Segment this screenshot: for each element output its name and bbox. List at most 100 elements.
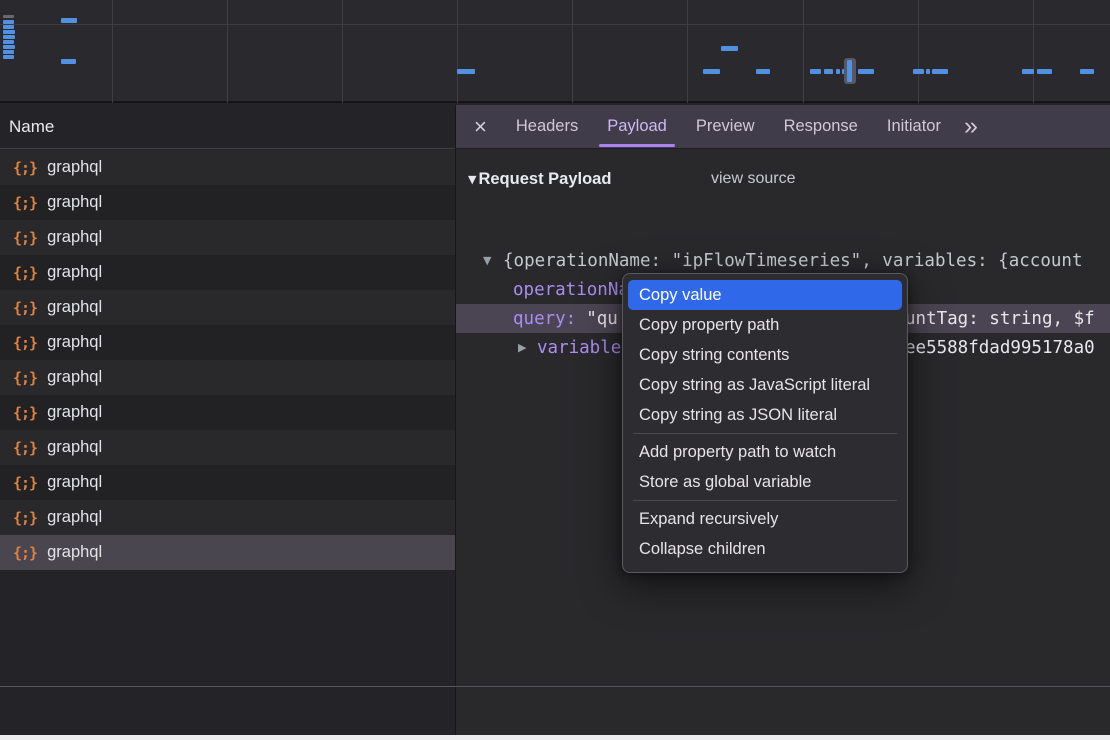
waterfall-bar — [721, 46, 738, 51]
more-tabs-icon[interactable]: » — [964, 114, 978, 139]
overview-gridline — [342, 0, 343, 103]
json-braces-icon: {;} — [13, 369, 37, 387]
request-name: graphql — [47, 543, 102, 562]
waterfall-bar — [1037, 69, 1052, 74]
overview-gridline — [457, 0, 458, 103]
request-rows: {;} graphql {;} graphql {;} graphql {;} … — [0, 150, 455, 570]
menu-item-collapse-children[interactable]: Collapse children — [623, 534, 907, 564]
waterfall-bar — [3, 45, 15, 49]
waterfall-bar — [3, 35, 15, 39]
waterfall-bar — [810, 69, 821, 74]
name-column-header[interactable]: Name — [0, 105, 455, 149]
waterfall-bar — [932, 69, 948, 74]
property-key: query: — [513, 309, 576, 329]
waterfall-bar — [703, 69, 720, 74]
waterfall-bar — [3, 20, 14, 24]
request-name: graphql — [47, 508, 102, 527]
waterfall-bar — [61, 59, 76, 64]
request-list-item[interactable]: {;} graphql — [0, 395, 455, 430]
request-list-item[interactable]: {;} graphql — [0, 290, 455, 325]
request-name: graphql — [47, 473, 102, 492]
property-value-start: "qu — [586, 309, 618, 329]
overview-gridline — [112, 0, 113, 103]
menu-item-copy-string-contents[interactable]: Copy string contents — [623, 340, 907, 370]
request-payload-section-header[interactable]: ▼ Request Payload view source — [456, 165, 1110, 193]
request-list-item[interactable]: {;} graphql — [0, 185, 455, 220]
footer-divider — [0, 686, 1110, 687]
menu-item-copy-string-as-javascript-literal[interactable]: Copy string as JavaScript literal — [623, 370, 907, 400]
menu-item-add-property-path-to-watch[interactable]: Add property path to watch — [623, 437, 907, 467]
overview-gridline — [572, 0, 573, 103]
waterfall-bar — [457, 69, 475, 74]
waterfall-bar — [3, 55, 14, 59]
section-title: Request Payload — [478, 170, 611, 189]
overview-gridline — [803, 0, 804, 103]
overview-gridline — [227, 0, 228, 103]
waterfall-bar — [913, 69, 924, 74]
waterfall-bar — [1022, 69, 1034, 74]
request-list-item[interactable]: {;} graphql — [0, 255, 455, 290]
waterfall-bar — [3, 15, 14, 18]
json-braces-icon: {;} — [13, 404, 37, 422]
request-name: graphql — [47, 403, 102, 422]
overview-gridline — [0, 24, 1110, 25]
request-list-item[interactable]: {;} graphql — [0, 220, 455, 255]
detail-tab-bar: × Headers Payload Preview Response Initi… — [456, 105, 1110, 149]
request-list-item[interactable]: {;} graphql — [0, 430, 455, 465]
waterfall-bar — [1080, 69, 1094, 74]
overview-gridline — [687, 0, 688, 103]
screenshot-bottom-edge — [0, 735, 1110, 740]
menu-item-expand-recursively[interactable]: Expand recursively — [623, 504, 907, 534]
request-list-item[interactable]: {;} graphql — [0, 360, 455, 395]
request-list-item[interactable]: {;} graphql — [0, 500, 455, 535]
request-name: graphql — [47, 193, 102, 212]
json-braces-icon: {;} — [13, 334, 37, 352]
section-collapse-icon[interactable]: ▼ — [468, 173, 476, 186]
menu-item-copy-string-as-json-literal[interactable]: Copy string as JSON literal — [623, 400, 907, 430]
close-icon[interactable]: × — [474, 116, 487, 138]
tab-initiator[interactable]: Initiator — [887, 105, 941, 149]
json-braces-icon: {;} — [13, 194, 37, 212]
json-braces-icon: {;} — [13, 439, 37, 457]
menu-item-copy-value[interactable]: Copy value — [628, 280, 902, 310]
payload-root-preview: {operationName: "ipFlowTimeseries", vari… — [503, 251, 1082, 271]
request-name: graphql — [47, 368, 102, 387]
request-list-item[interactable]: {;} graphql — [0, 325, 455, 360]
json-braces-icon: {;} — [13, 229, 37, 247]
tab-response[interactable]: Response — [784, 105, 858, 149]
waterfall-bar — [858, 69, 874, 74]
request-name: graphql — [47, 228, 102, 247]
context-menu: Copy valueCopy property pathCopy string … — [622, 273, 908, 573]
menu-item-copy-property-path[interactable]: Copy property path — [623, 310, 907, 340]
payload-tree-root-row[interactable]: ▼ {operationName: "ipFlowTimeseries", va… — [456, 246, 1110, 275]
name-column-label: Name — [9, 117, 54, 137]
menu-separator — [633, 433, 897, 434]
waterfall-bar — [836, 69, 840, 74]
request-name: graphql — [47, 333, 102, 352]
request-list-item[interactable]: {;} graphql — [0, 150, 455, 185]
request-list-item[interactable]: {;} graphql — [0, 535, 455, 570]
request-list-item[interactable]: {;} graphql — [0, 465, 455, 500]
expand-caret-icon[interactable]: ▶ — [518, 341, 526, 354]
view-source-link[interactable]: view source — [711, 170, 795, 188]
property-key: variables — [537, 338, 632, 358]
expand-caret-icon[interactable]: ▼ — [483, 254, 491, 267]
tab-headers[interactable]: Headers — [516, 105, 578, 149]
overview-gridline — [1033, 0, 1034, 103]
request-list-panel: Name {;} graphql {;} graphql {;} graphql… — [0, 105, 455, 735]
property-value-continued: untTag: string, $f — [905, 309, 1095, 329]
tab-preview[interactable]: Preview — [696, 105, 755, 149]
waterfall-bar — [3, 50, 14, 54]
overview-gridline — [918, 0, 919, 103]
request-name: graphql — [47, 438, 102, 457]
json-braces-icon: {;} — [13, 299, 37, 317]
timeline-scrub-marker[interactable] — [844, 58, 856, 84]
waterfall-bar — [3, 30, 15, 34]
network-overview-timeline[interactable] — [0, 0, 1110, 103]
json-braces-icon: {;} — [13, 159, 37, 177]
menu-item-store-as-global-variable[interactable]: Store as global variable — [623, 467, 907, 497]
json-braces-icon: {;} — [13, 264, 37, 282]
tab-payload[interactable]: Payload — [607, 105, 667, 149]
request-name: graphql — [47, 263, 102, 282]
request-name: graphql — [47, 298, 102, 317]
